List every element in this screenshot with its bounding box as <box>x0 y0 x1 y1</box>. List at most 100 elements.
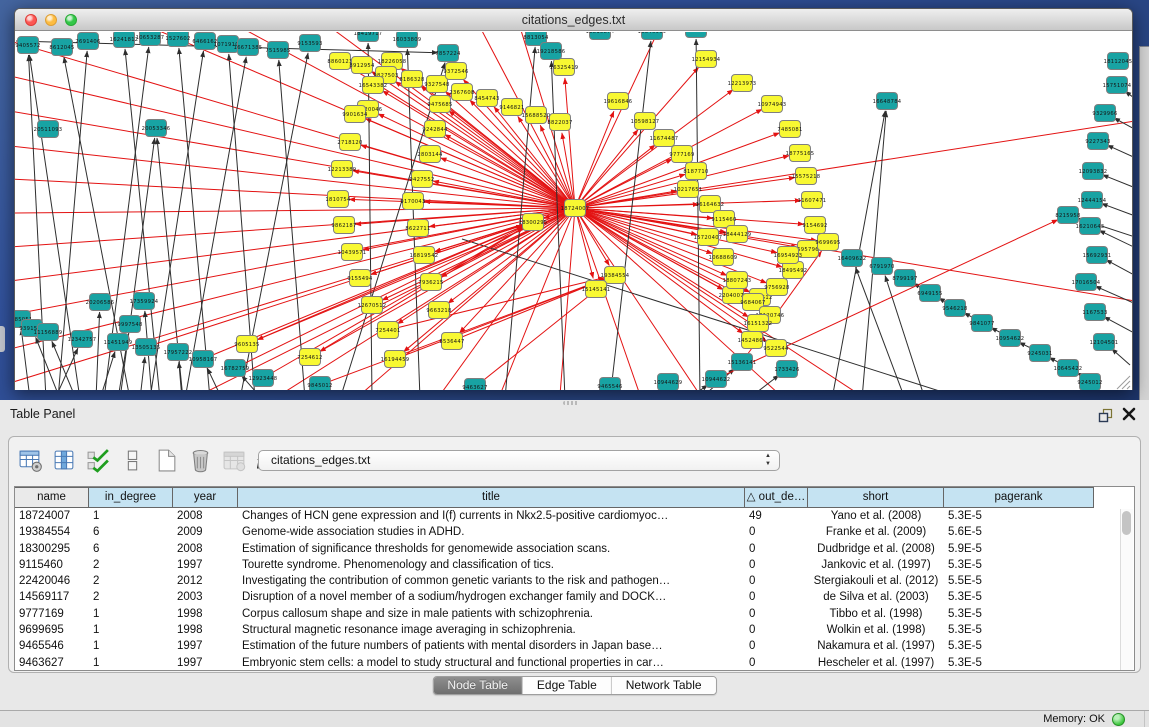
graph-node[interactable]: 8215958 <box>1055 207 1080 224</box>
graph-node[interactable]: 15136141 <box>728 354 757 371</box>
graph-edge[interactable] <box>1104 317 1132 335</box>
column-header-short[interactable]: short <box>808 487 944 508</box>
graph-node[interactable]: 7936215 <box>418 274 443 291</box>
graph-node[interactable]: 15720407 <box>694 229 723 246</box>
graph-node[interactable]: 20206586 <box>86 294 115 311</box>
graph-node[interactable]: 15751074 <box>1103 77 1132 94</box>
graph-node[interactable]: 9475685 <box>427 96 452 113</box>
minimize-button[interactable] <box>45 14 57 26</box>
graph-edge[interactable] <box>1106 260 1132 277</box>
graph-edge[interactable] <box>1111 349 1130 365</box>
graph-edge[interactable] <box>1114 118 1132 131</box>
graph-edge[interactable] <box>96 312 100 390</box>
graph-node[interactable]: 12213389 <box>328 161 357 178</box>
graph-node[interactable]: 10217651 <box>674 181 703 198</box>
delete-table-icon[interactable] <box>222 448 247 473</box>
column-header-indegree[interactable]: in_degree <box>89 487 173 508</box>
table-row[interactable]: 1456911722003Disruption of a novel membe… <box>15 589 1134 605</box>
graph-node[interactable]: 16241812 <box>110 32 139 48</box>
graph-node[interactable]: 7515985 <box>265 42 290 59</box>
graph-node[interactable]: 9605135 <box>234 336 259 353</box>
graph-node[interactable]: 9115460 <box>711 211 736 228</box>
graph-node[interactable]: 16325419 <box>550 59 579 76</box>
column-header-pagerank[interactable]: pagerank <box>944 487 1094 508</box>
row-height-icon[interactable] <box>120 448 145 473</box>
graph-node[interactable]: 8536447 <box>439 333 464 350</box>
graph-node[interactable]: 9155494 <box>347 270 373 287</box>
select-mode-icon[interactable] <box>86 448 111 473</box>
graph-node[interactable]: 18495492 <box>779 262 808 279</box>
graph-edge[interactable] <box>696 39 700 390</box>
graph-node[interactable]: 16164632 <box>696 196 725 213</box>
tab-network-table[interactable]: Network Table <box>612 677 716 694</box>
graph-node[interactable]: 13505135 <box>132 339 161 356</box>
graph-edge[interactable] <box>748 375 779 390</box>
control-panel-splitter-handle[interactable] <box>0 326 5 352</box>
graph-node[interactable]: 11156889 <box>34 324 63 341</box>
show-columns-icon[interactable] <box>52 448 77 473</box>
graph-edge[interactable] <box>560 208 575 390</box>
graph-node[interactable]: 9901634 <box>342 106 368 123</box>
graph-node[interactable]: 10944629 <box>654 374 683 391</box>
graph-node[interactable]: 9522544 <box>763 340 789 357</box>
graph-node[interactable]: 9845012 <box>307 377 332 391</box>
tab-node-table[interactable]: Node Table <box>433 677 523 694</box>
table-row[interactable]: 946362711997Embryonic stem cells: a mode… <box>15 655 1134 671</box>
graph-node[interactable]: 16210643 <box>1076 218 1105 235</box>
graph-node[interactable]: 9170043 <box>400 193 425 210</box>
graph-node[interactable]: 9862187 <box>331 217 356 234</box>
graph-node[interactable]: 7254612 <box>297 349 322 366</box>
graph-edge[interactable] <box>55 348 78 390</box>
graph-edge[interactable] <box>475 282 606 387</box>
graph-node[interactable]: 9245012 <box>1077 374 1102 391</box>
graph-node[interactable]: 9427552 <box>409 171 434 188</box>
graph-node[interactable]: 1167533 <box>1082 304 1107 321</box>
graph-node[interactable]: 8454743 <box>474 90 499 107</box>
column-header-title[interactable]: title <box>238 487 745 508</box>
network-canvas[interactable]: 1872400788601238912954182260589827503165… <box>15 32 1132 390</box>
graph-node[interactable]: 9699695 <box>815 234 840 251</box>
graph-node[interactable]: 7485081 <box>777 121 802 138</box>
graph-node[interactable]: 8622711 <box>405 220 430 237</box>
graph-node[interactable]: 1733426 <box>774 361 799 378</box>
graph-node[interactable]: 10958167 <box>189 351 218 368</box>
graph-node[interactable]: 10815874 <box>682 32 711 38</box>
graph-node[interactable]: 15688520 <box>522 107 551 124</box>
graph-node[interactable]: 10974943 <box>758 96 787 113</box>
window-resize-grip[interactable] <box>1117 376 1130 389</box>
graph-node[interactable]: 19218586 <box>537 43 566 60</box>
graph-node[interactable]: 9242844 <box>422 121 448 138</box>
graph-node[interactable]: 12154934 <box>692 51 721 68</box>
graph-node[interactable]: 16409622 <box>838 250 867 267</box>
graph-node[interactable]: 8822037 <box>547 114 572 131</box>
zoom-button[interactable] <box>65 14 77 26</box>
graph-node[interactable]: 1810754 <box>325 191 351 208</box>
graph-node[interactable]: 10944622 <box>702 371 731 388</box>
graph-node[interactable]: 20511093 <box>34 121 63 138</box>
graph-edge[interactable] <box>1107 145 1132 159</box>
graph-node[interactable]: 8799197 <box>892 270 917 287</box>
graph-node[interactable]: 11451949 <box>104 334 133 351</box>
close-panel-icon[interactable] <box>1121 406 1137 422</box>
tab-edge-table[interactable]: Edge Table <box>523 677 612 694</box>
graph-edge[interactable] <box>179 48 210 390</box>
graph-node[interactable]: 16671385 <box>234 39 263 56</box>
table-row[interactable]: 1872400712008Changes of HCN gene express… <box>15 508 1134 524</box>
column-header-year[interactable]: year <box>173 487 238 508</box>
graph-node[interactable]: 10954622 <box>996 330 1025 347</box>
graph-node[interactable]: 15145141 <box>582 281 611 298</box>
graph-node[interactable]: 12923448 <box>249 370 278 387</box>
table-row[interactable]: 946554611997Estimation of the future num… <box>15 638 1134 654</box>
graph-node[interactable]: 9227343 <box>1085 133 1110 150</box>
graph-node[interactable]: 12444154 <box>1078 192 1107 209</box>
graph-edge[interactable] <box>36 337 60 390</box>
graph-node[interactable]: 18444129 <box>723 226 752 243</box>
graph-node[interactable]: 2803144 <box>417 146 443 163</box>
graph-edge[interactable] <box>1101 203 1132 217</box>
graph-node[interactable]: 1527602 <box>165 32 190 47</box>
scrollbar-thumb[interactable] <box>1122 511 1131 535</box>
graph-node[interactable]: 16646909 <box>638 32 667 40</box>
graph-node[interactable]: 16151322 <box>744 315 773 332</box>
graph-node[interactable]: 18419717 <box>354 32 383 42</box>
graph-node[interactable]: 18724007 <box>561 200 590 217</box>
